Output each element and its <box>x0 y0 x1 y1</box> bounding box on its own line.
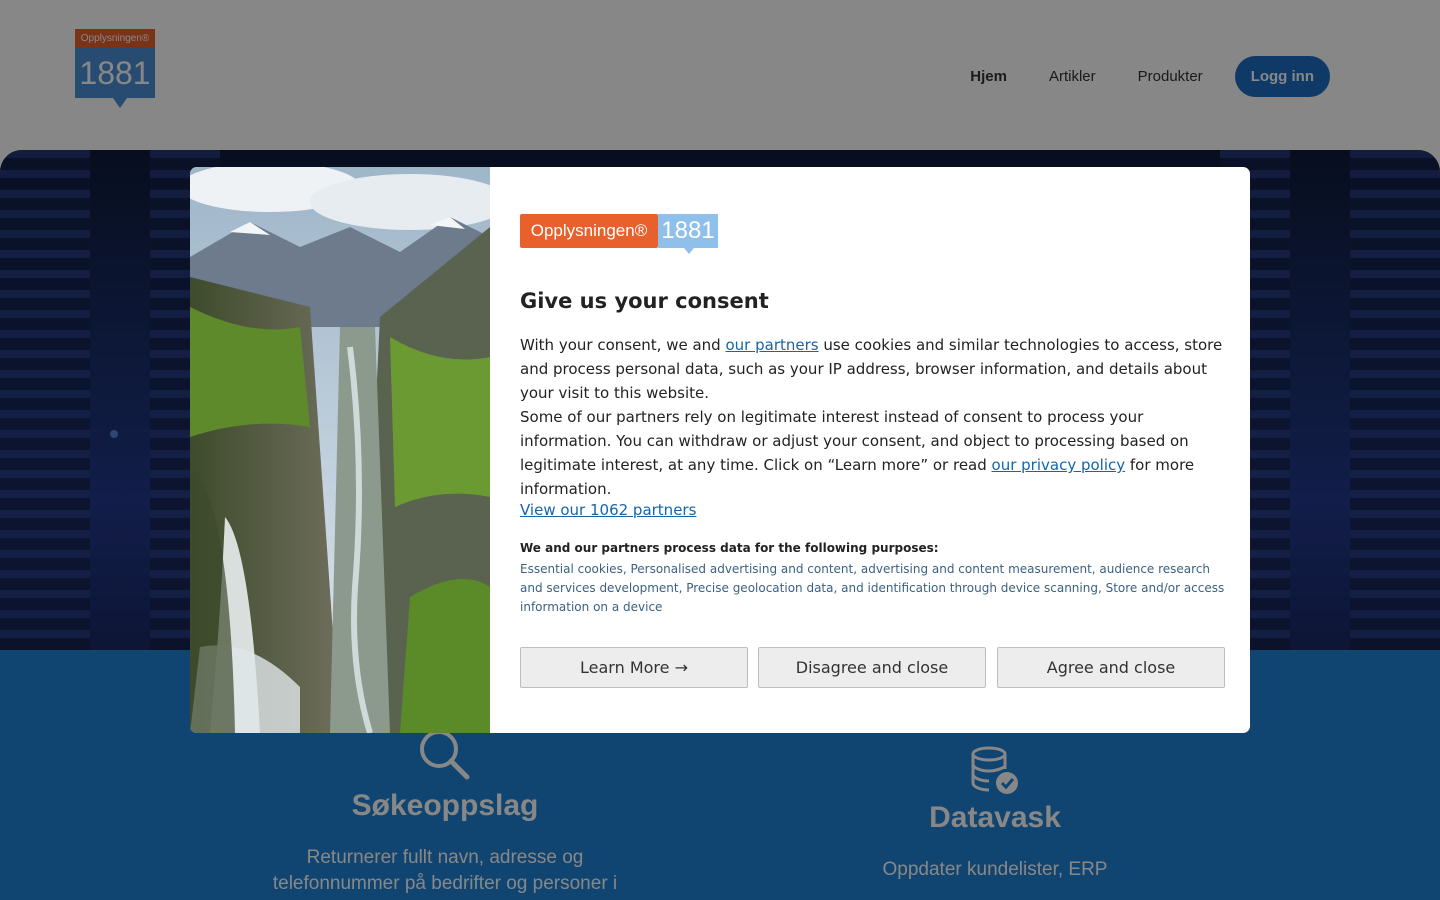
agree-button[interactable]: Agree and close <box>997 647 1225 688</box>
landscape-image <box>190 167 490 733</box>
consent-brand-logo: Opplysningen® 1881 <box>520 214 720 254</box>
brand-tail <box>684 248 694 254</box>
consent-paragraph-1: With your consent, we and our partners u… <box>520 336 1223 402</box>
brand-name: Opplysningen® <box>520 214 658 248</box>
consent-content: Opplysningen® 1881 Give us your consent … <box>520 167 1225 733</box>
purposes-heading: We and our partners process data for the… <box>520 541 939 555</box>
consent-dialog: Opplysningen® 1881 Give us your consent … <box>190 167 1250 733</box>
our-partners-link[interactable]: our partners <box>725 336 818 354</box>
disagree-button[interactable]: Disagree and close <box>758 647 986 688</box>
purposes-list: Essential cookies, Personalised advertis… <box>520 562 1225 614</box>
brand-number: 1881 <box>658 214 718 248</box>
view-partners-link[interactable]: View our 1062 partners <box>520 501 696 519</box>
consent-description: With your consent, we and our partners u… <box>520 333 1225 501</box>
consent-title: Give us your consent <box>520 289 769 313</box>
learn-more-button[interactable]: Learn More → <box>520 647 748 688</box>
privacy-policy-link[interactable]: our privacy policy <box>992 456 1126 474</box>
consent-paragraph-2: Some of our partners rely on legitimate … <box>520 408 1195 498</box>
